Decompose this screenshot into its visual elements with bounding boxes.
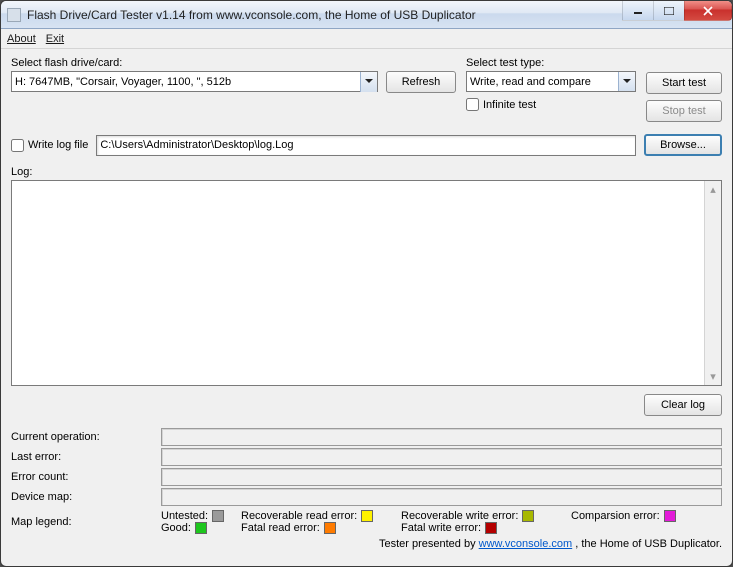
- drive-select[interactable]: H: 7647MB, "Corsair, Voyager, 1100, ", 5…: [11, 71, 378, 92]
- map-legend: Map legend: Untested: Good: Recoverable …: [11, 510, 722, 534]
- scroll-up-icon[interactable]: ▴: [705, 181, 721, 198]
- scroll-down-icon[interactable]: ▾: [705, 368, 721, 385]
- infinite-test-input[interactable]: [466, 98, 479, 111]
- maximize-button[interactable]: [653, 1, 685, 21]
- legend-good-swatch: [195, 522, 207, 534]
- write-log-checkbox[interactable]: Write log file: [11, 139, 88, 152]
- legend-recwrite-label: Recoverable write error:: [401, 510, 518, 522]
- window-controls: [623, 1, 732, 21]
- legend-untested-swatch: [212, 510, 224, 522]
- footer: Tester presented by www.vconsole.com , t…: [11, 538, 722, 550]
- legend-recread-swatch: [361, 510, 373, 522]
- device-map-label: Device map:: [11, 491, 161, 503]
- write-log-input[interactable]: [11, 139, 24, 152]
- legend-fatalread-swatch: [324, 522, 336, 534]
- infinite-test-label: Infinite test: [483, 99, 536, 111]
- legend-comparsion-label: Comparsion error:: [571, 510, 660, 522]
- error-count-label: Error count:: [11, 471, 161, 483]
- legend-good-label: Good:: [161, 522, 191, 534]
- refresh-button[interactable]: Refresh: [386, 71, 456, 93]
- menu-exit[interactable]: Exit: [46, 33, 64, 45]
- app-icon: [7, 8, 21, 22]
- titlebar[interactable]: Flash Drive/Card Tester v1.14 from www.v…: [1, 1, 732, 29]
- test-type-select[interactable]: Write, read and compare: [466, 71, 636, 92]
- stop-test-button[interactable]: Stop test: [646, 100, 722, 122]
- window-title: Flash Drive/Card Tester v1.14 from www.v…: [27, 8, 476, 22]
- app-window: Flash Drive/Card Tester v1.14 from www.v…: [0, 0, 733, 567]
- browse-button[interactable]: Browse...: [644, 134, 722, 156]
- device-map-field: [161, 488, 722, 506]
- log-scrollbar[interactable]: ▴ ▾: [704, 181, 721, 385]
- footer-suffix: , the Home of USB Duplicator.: [575, 538, 722, 550]
- log-path-input[interactable]: [96, 135, 636, 156]
- last-error-label: Last error:: [11, 451, 161, 463]
- legend-untested-label: Untested:: [161, 510, 208, 522]
- current-op-field: [161, 428, 722, 446]
- test-type-label: Select test type:: [466, 57, 636, 69]
- menubar: About Exit: [1, 29, 732, 49]
- log-textarea[interactable]: ▴ ▾: [11, 180, 722, 386]
- drive-label: Select flash drive/card:: [11, 57, 456, 69]
- menu-about[interactable]: About: [7, 33, 36, 45]
- infinite-test-checkbox[interactable]: Infinite test: [466, 98, 536, 111]
- legend-fatalwrite-label: Fatal write error:: [401, 522, 481, 534]
- close-button[interactable]: [684, 1, 732, 21]
- log-label: Log:: [11, 166, 722, 178]
- footer-link[interactable]: www.vconsole.com: [479, 538, 573, 550]
- client-area: Select flash drive/card: H: 7647MB, "Cor…: [1, 49, 732, 556]
- legend-fatalwrite-swatch: [485, 522, 497, 534]
- legend-recwrite-swatch: [522, 510, 534, 522]
- footer-prefix: Tester presented by: [379, 538, 479, 550]
- last-error-field: [161, 448, 722, 466]
- start-test-button[interactable]: Start test: [646, 72, 722, 94]
- legend-comparsion-swatch: [664, 510, 676, 522]
- legend-label: Map legend:: [11, 516, 161, 528]
- minimize-button[interactable]: [622, 1, 654, 21]
- error-count-field: [161, 468, 722, 486]
- legend-fatalread-label: Fatal read error:: [241, 522, 320, 534]
- clear-log-button[interactable]: Clear log: [644, 394, 722, 416]
- current-op-label: Current operation:: [11, 431, 161, 443]
- legend-recread-label: Recoverable read error:: [241, 510, 357, 522]
- write-log-label: Write log file: [28, 139, 88, 151]
